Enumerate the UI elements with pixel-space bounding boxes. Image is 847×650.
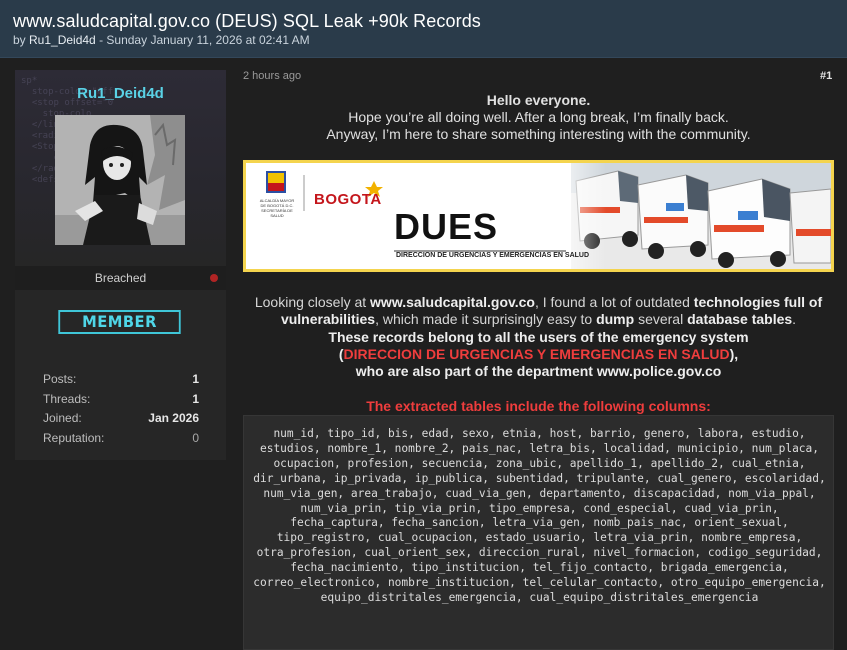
- author-link[interactable]: Ru1_Deid4d: [29, 33, 96, 47]
- stat-label: Joined:: [43, 411, 82, 425]
- user-panel: sp* stop-color="#ff <stop offset="0 stop…: [15, 70, 226, 460]
- user-rank: Breached: [94, 271, 147, 285]
- stat-label: Reputation:: [43, 431, 105, 445]
- stat-reputation: Reputation: 0: [43, 431, 199, 447]
- stat-joined: Joined: Jan 2026: [43, 411, 199, 427]
- stat-value: Jan 2026: [148, 411, 199, 425]
- offline-status-icon: [210, 274, 218, 282]
- post-paragraph-records: These records belong to all the users of…: [328, 329, 749, 345]
- department-name: DIRECCION DE URGENCIAS Y EMERGENCIAS EN …: [343, 346, 730, 362]
- byline-separator: -: [95, 33, 107, 47]
- banner-subtitle: DIRECCION DE URGENCIAS Y EMERGENCIAS EN …: [396, 252, 590, 259]
- thread-header: www.saludcapital.gov.co (DEUS) SQL Leak …: [0, 0, 847, 58]
- post-paragraph-intro: Looking closely at www.saludcapital.gov.…: [243, 294, 834, 328]
- seal-text-line-3: SECRETARÍA DE SALUD: [261, 208, 293, 218]
- intro-text: .: [792, 311, 797, 327]
- user-banner: sp* stop-color="#ff <stop offset="0 stop…: [15, 70, 226, 266]
- post-time: 2 hours ago: [243, 70, 302, 82]
- member-badge: MEMBER: [58, 310, 181, 334]
- rank-bar: Breached: [15, 266, 226, 290]
- dues-banner-image: ALCALDÍA MAYOR DE BOGOTÁ D.C. SECRETARÍA…: [243, 160, 834, 272]
- thread-title: www.saludcapital.gov.co (DEUS) SQL Leak …: [13, 11, 481, 31]
- intro-text: , I found a lot of outdated: [534, 294, 694, 310]
- post-line-2: Hope you’re all doing well. After a long…: [348, 109, 729, 125]
- stat-value[interactable]: 1: [192, 372, 199, 386]
- avatar-image: [55, 115, 185, 245]
- thread-byline: by Ru1_Deid4d - Sunday January 11, 2026 …: [13, 33, 310, 47]
- intro-text: several: [634, 311, 688, 327]
- paren-close: ),: [729, 346, 739, 362]
- stat-label: Threads:: [43, 392, 91, 406]
- intro-text: , which made it surprisingly easy to: [375, 311, 597, 327]
- columns-list: num_id, tipo_id, bis, edad, sexo, etnia,…: [253, 427, 826, 604]
- post-paragraph-police: who are also part of the department www.…: [243, 363, 834, 380]
- byline-prefix: by: [13, 33, 30, 47]
- seal-text: ALCALDÍA MAYOR DE BOGOTÁ D.C. SECRETARÍA…: [256, 198, 298, 218]
- banner-title: DUES: [394, 206, 499, 247]
- post-line-3: Anyway, I’m here to share something inte…: [326, 126, 751, 142]
- banner-inner: ALCALDÍA MAYOR DE BOGOTÁ D.C. SECRETARÍA…: [246, 163, 831, 269]
- stat-label: Posts:: [43, 372, 77, 386]
- intro-emphasis: database tables: [687, 311, 793, 327]
- stat-value[interactable]: 0: [192, 431, 199, 445]
- stat-posts: Posts: 1: [43, 372, 199, 388]
- username[interactable]: Ru1_Deid4d: [15, 85, 226, 102]
- post-paragraph-department: (DIRECCION DE URGENCIAS Y EMERGENCIAS EN…: [243, 346, 834, 363]
- intro-emphasis: dump: [596, 311, 635, 327]
- post-greeting: Hello everyone.: [486, 92, 591, 108]
- site-link[interactable]: www.saludcapital.gov.co: [370, 294, 535, 310]
- columns-code-block[interactable]: num_id, tipo_id, bis, edad, sexo, etnia,…: [243, 415, 834, 650]
- bogota-logo-text: BOGOTA: [314, 191, 382, 208]
- post-number-link[interactable]: #1: [820, 70, 832, 82]
- police-text: who are also part of the department: [355, 363, 597, 379]
- thread-date: Sunday January 11, 2026 at 02:41 AM: [106, 33, 310, 47]
- intro-text: Looking closely at: [254, 294, 371, 310]
- police-link[interactable]: www.police.gov.co: [597, 363, 721, 379]
- avatar[interactable]: [55, 115, 185, 245]
- stat-threads: Threads: 1: [43, 392, 199, 408]
- stat-value[interactable]: 1: [192, 392, 199, 406]
- columns-heading: The extracted tables include the followi…: [366, 398, 711, 414]
